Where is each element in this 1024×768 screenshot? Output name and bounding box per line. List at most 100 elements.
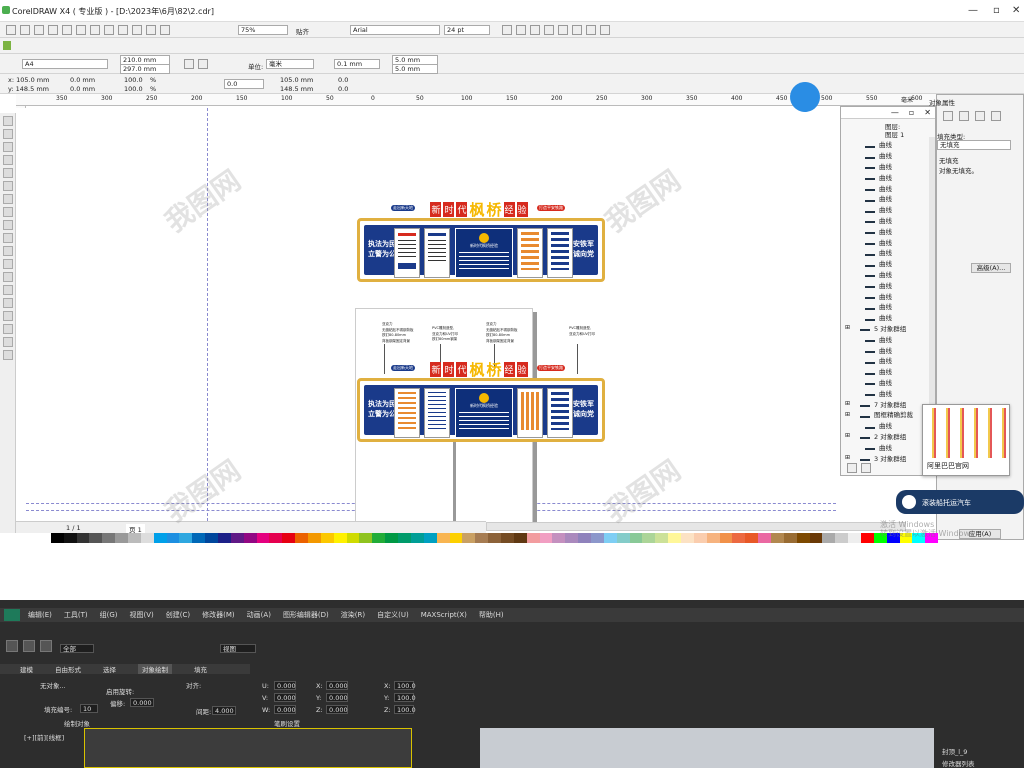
object-row[interactable]: 曲线 — [865, 193, 929, 204]
launcher-icon[interactable] — [160, 25, 170, 35]
expand-icon[interactable]: ⊞ — [845, 411, 850, 418]
x-field[interactable]: 0.000 — [326, 681, 348, 690]
palette-swatch[interactable] — [835, 533, 849, 543]
palette-swatch[interactable] — [410, 533, 424, 543]
max-menu-item[interactable]: 自定义(U) — [377, 610, 409, 620]
basic-shapes-icon[interactable] — [3, 233, 13, 243]
palette-swatch[interactable] — [861, 533, 874, 543]
object-row[interactable]: 曲线 — [865, 290, 929, 301]
panel-minimize-button[interactable]: — — [891, 108, 899, 117]
print-icon[interactable] — [48, 25, 58, 35]
palette-swatch[interactable] — [372, 533, 386, 543]
max-tab[interactable]: 填充 — [194, 664, 207, 674]
panel-close-button[interactable]: ✕ — [924, 108, 931, 117]
y-field[interactable]: y: 148.5 mm — [8, 85, 49, 93]
object-row[interactable]: 曲线 — [865, 258, 929, 269]
palette-swatch[interactable] — [128, 533, 141, 543]
max-tab[interactable]: 建模 — [20, 664, 33, 674]
redo-icon[interactable] — [118, 25, 128, 35]
table-tool-icon[interactable] — [3, 259, 13, 269]
bind-icon[interactable] — [40, 640, 52, 652]
palette-swatch[interactable] — [256, 533, 270, 543]
palette-swatch[interactable] — [269, 533, 283, 543]
palette-swatch[interactable] — [719, 533, 733, 543]
palette-swatch[interactable] — [76, 533, 90, 543]
object-row[interactable]: 曲线 — [865, 225, 929, 236]
object-group-row[interactable]: ⊞ 5 对象群组 — [845, 323, 929, 334]
outline-tool-icon[interactable] — [3, 324, 13, 334]
object-row[interactable]: 曲线 — [865, 366, 929, 377]
color-palette[interactable] — [38, 533, 939, 543]
vertical-text-icon[interactable] — [600, 25, 610, 35]
object-row[interactable]: 曲线 — [865, 312, 929, 323]
taskbar-thumbnail-popup[interactable]: 阿里巴巴官网 — [922, 404, 1010, 476]
palette-swatch[interactable] — [500, 533, 514, 543]
object-row[interactable]: 曲线 — [865, 247, 929, 258]
font-select[interactable]: Arial — [350, 25, 440, 35]
max-menu-item[interactable]: 图形编辑器(D) — [283, 610, 329, 620]
object-group-row[interactable]: ⊞ 3 对象群组 — [845, 452, 929, 463]
max-menu-item[interactable]: 组(G) — [100, 610, 118, 620]
paste-icon[interactable] — [90, 25, 100, 35]
object-row[interactable]: 曲线 — [865, 150, 929, 161]
italic-icon[interactable] — [516, 25, 526, 35]
page-size-select[interactable]: A4 — [22, 59, 108, 69]
object-row[interactable]: 曲线 — [865, 301, 929, 312]
palette-swatch[interactable] — [282, 533, 296, 543]
palette-swatch[interactable] — [205, 533, 219, 543]
shape-tool-icon[interactable] — [3, 129, 13, 139]
advanced-button[interactable]: 高级(A)... — [971, 263, 1011, 273]
selection-filter-select[interactable]: 全部 — [60, 644, 94, 653]
signboard-design-top[interactable]: 新 时 代 枫 桥 经 验 走出新天地 打造平安铁路 执法为民 立警为公 公安铁… — [357, 200, 605, 282]
object-row[interactable]: 曲线 — [865, 420, 929, 431]
palette-swatch[interactable] — [423, 533, 437, 543]
view-select[interactable]: 视图 — [220, 644, 256, 653]
zoom-tool-icon[interactable] — [3, 155, 13, 165]
object-row[interactable]: 曲线 — [865, 333, 929, 344]
h-field[interactable]: 0.0 mm — [70, 85, 95, 93]
open-icon[interactable] — [20, 25, 30, 35]
scale-x-field[interactable]: 100.0 — [394, 681, 416, 690]
palette-swatch[interactable] — [320, 533, 334, 543]
palette-swatch[interactable] — [346, 533, 360, 543]
palette-swatch[interactable] — [680, 533, 694, 543]
palette-swatch[interactable] — [89, 533, 103, 543]
x-field[interactable]: x: 105.0 mm — [8, 76, 49, 84]
object-group-row[interactable]: ⊞ 图框精确剪裁 — [845, 409, 929, 420]
palette-swatch[interactable] — [590, 533, 604, 543]
scale-y-field[interactable]: 100.0 — [394, 693, 416, 702]
max-menu-item[interactable]: MAXScript(X) — [421, 611, 467, 619]
y-field[interactable]: 0.000 — [326, 693, 348, 702]
panel-maximize-button[interactable]: ▫ — [909, 108, 914, 117]
palette-swatch[interactable] — [436, 533, 450, 543]
max-menu-item[interactable]: 渲染(R) — [341, 610, 365, 620]
object-group-row[interactable]: ⊞ 2 对象群组 — [845, 431, 929, 442]
expand-icon[interactable]: ⊞ — [845, 432, 850, 439]
object-row[interactable]: 曲线 — [865, 171, 929, 182]
palette-swatch[interactable] — [333, 533, 347, 543]
close-button[interactable]: ✕ — [1012, 5, 1020, 16]
max-tab[interactable]: 自由形式 — [55, 664, 81, 674]
pick-tool-icon[interactable] — [3, 116, 13, 126]
scale-x-field[interactable]: 100.0 — [124, 76, 143, 84]
object-row[interactable]: 曲线 — [865, 139, 929, 150]
palette-swatch[interactable] — [385, 533, 399, 543]
object-row[interactable]: 曲线 — [865, 215, 929, 226]
spacing-field[interactable]: 4.000 — [212, 706, 236, 715]
details-tab-icon[interactable] — [991, 111, 1001, 121]
max-menu-item[interactable]: 编辑(E) — [28, 610, 52, 620]
object-row[interactable]: 曲线 — [865, 355, 929, 366]
export-icon[interactable] — [146, 25, 156, 35]
palette-swatch[interactable] — [603, 533, 617, 543]
modifier-list[interactable]: 修改器列表 — [942, 758, 975, 768]
expand-icon[interactable]: ⊞ — [845, 324, 850, 331]
link-icon[interactable] — [6, 640, 18, 652]
object-row[interactable]: 曲线 — [865, 377, 929, 388]
max-menu-item[interactable]: 动画(A) — [247, 610, 271, 620]
palette-swatch[interactable] — [63, 533, 77, 543]
font-size-select[interactable]: 24 pt — [444, 25, 490, 35]
dimension-tool-icon[interactable] — [3, 272, 13, 282]
palette-swatch[interactable] — [50, 533, 64, 543]
text-format-icon[interactable] — [558, 25, 568, 35]
signboard-design-bottom[interactable]: 新 时 代 枫 桥 经 验 走出新天地 打造平安铁路 执法为民 立警为公 公安铁… — [357, 360, 605, 442]
